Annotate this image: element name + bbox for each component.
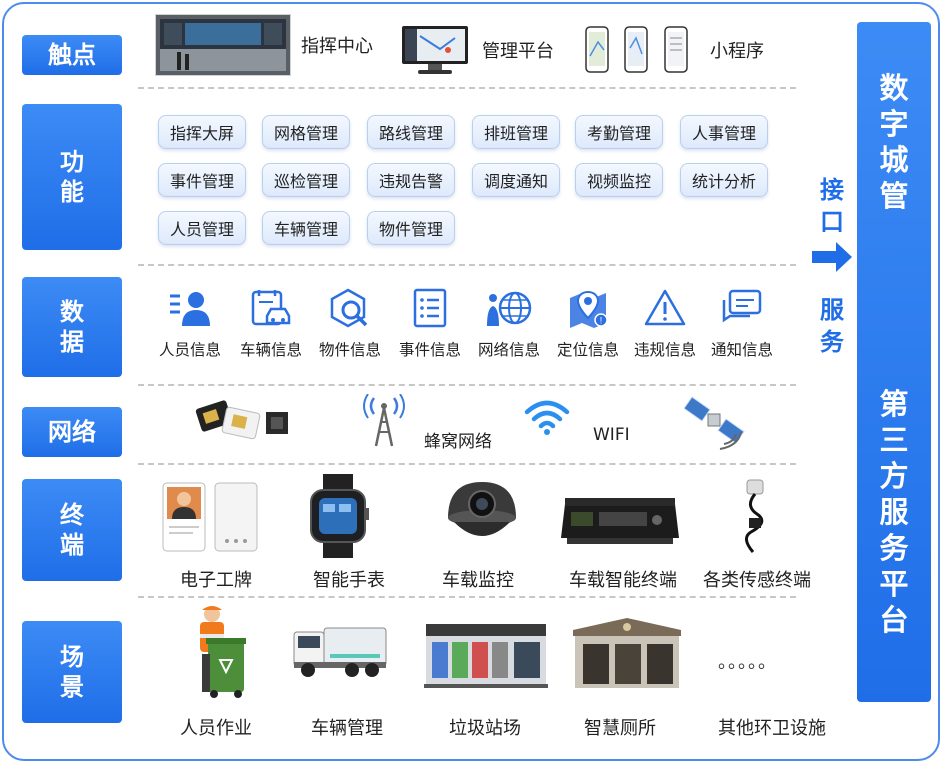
dome-camera-image [448,482,516,536]
function-chip: 巡检管理 [262,163,350,197]
scene-label: 车辆管理 [311,718,383,739]
data-label: 定位信息 [556,341,619,359]
data-label: 事件信息 [398,341,461,359]
satellite-icon [684,396,745,450]
divider [138,463,796,465]
function-chip: 路线管理 [367,115,455,149]
divider [138,264,796,266]
interface-label: 接口 [820,176,844,236]
object-search-icon [330,288,368,328]
label-function: 功能 [22,104,122,250]
function-chip: 事件管理 [158,163,246,197]
terminal-label: 智能手表 [313,570,385,591]
data-label: 网络信息 [477,341,540,359]
scene-label: 其他环卫设施 [718,718,826,739]
terminal-label: 车载监控 [442,570,514,591]
function-chip: 调度通知 [472,163,560,197]
function-chip: 人事管理 [680,115,768,149]
arrow-right-icon [812,242,852,272]
monitor-icon [402,26,468,74]
label-network: 网络 [22,407,122,457]
data-network-info: 网络信息 [469,288,549,360]
function-chip: 车辆管理 [262,211,350,245]
data-label: 车辆信息 [239,341,302,359]
message-icon [722,289,762,323]
data-violation-info: 违规信息 [625,288,705,360]
phones-icon [585,26,688,73]
person-list-icon [170,292,210,326]
touch-mini-program: 小程序 [584,26,764,74]
label-terminal: 终端 [22,479,122,581]
digital-city-management-title: 数字城管 [879,71,909,213]
divider [138,384,796,386]
function-chip: 物件管理 [367,211,455,245]
more-dots: 。。。。。 [718,652,777,673]
function-chip: 指挥大屏 [158,115,246,149]
smart-toilet-image [573,618,681,688]
sensor-device-image [745,479,764,553]
divider [138,596,796,598]
smart-watch-image [310,474,369,558]
function-chip: 违规告警 [367,163,455,197]
service-label: 服务 [820,296,844,356]
label-data: 数据 [22,277,122,377]
right-platform-bar: 数字城管 第三方服务平台 [857,22,931,702]
wifi-icon [524,400,570,435]
terminal-label: 各类传感终端 [703,570,811,591]
command-center-image [155,14,291,76]
data-person-info: 人员信息 [150,288,230,360]
data-label: 物件信息 [318,341,381,359]
vehicle-doc-icon [251,290,291,326]
terminal-label: 车载智能终端 [569,570,677,591]
sim-chip-icon [195,400,288,440]
touch-management-platform: 管理平台 [400,24,554,76]
cellular-network-label: 蜂窝网络 [424,432,492,452]
scene-label: 垃圾站场 [449,718,521,739]
data-label: 人员信息 [158,341,221,359]
data-label: 违规信息 [633,341,696,359]
network-globe-icon [487,291,532,326]
touch-label: 管理平台 [482,41,554,62]
data-object-info: 物件信息 [310,288,390,360]
garbage-station-image [424,624,548,688]
touch-label: 指挥中心 [301,36,373,57]
sweeper-truck-image [293,627,387,677]
label-scene: 场景 [22,621,122,723]
scene-label: 智慧厕所 [584,718,656,739]
location-map-icon: ! [570,290,608,328]
data-event-info: 事件信息 [390,288,470,360]
touch-command-center: 指挥中心 [155,14,373,76]
third-party-platform-title: 第三方服务平台 [879,387,909,637]
data-vehicle-info: 车辆信息 [231,288,311,360]
wifi-label: WIFI [593,425,630,445]
function-chip: 排班管理 [472,115,560,149]
terminal-label: 电子工牌 [180,570,252,591]
function-chip: 视频监控 [575,163,663,197]
data-label: 通知信息 [710,341,773,359]
touch-label: 小程序 [710,41,764,62]
function-chip: 统计分析 [680,163,768,197]
function-chip: 人员管理 [158,211,246,245]
vehicle-terminal-image [561,498,679,544]
data-notification-info: 通知信息 [702,288,782,360]
cell-tower-icon [363,394,405,447]
scene-label: 人员作业 [180,718,252,739]
event-list-icon [413,288,447,328]
warning-icon [644,289,686,326]
badge-device-image [162,482,258,552]
data-location-info: ! 定位信息 [548,288,628,360]
function-chip: 考勤管理 [575,115,663,149]
svg-text:!: ! [600,316,603,326]
divider [138,87,796,89]
function-chip: 网格管理 [262,115,350,149]
sanitation-worker-image [200,606,246,698]
label-touch: 触点 [22,35,122,75]
